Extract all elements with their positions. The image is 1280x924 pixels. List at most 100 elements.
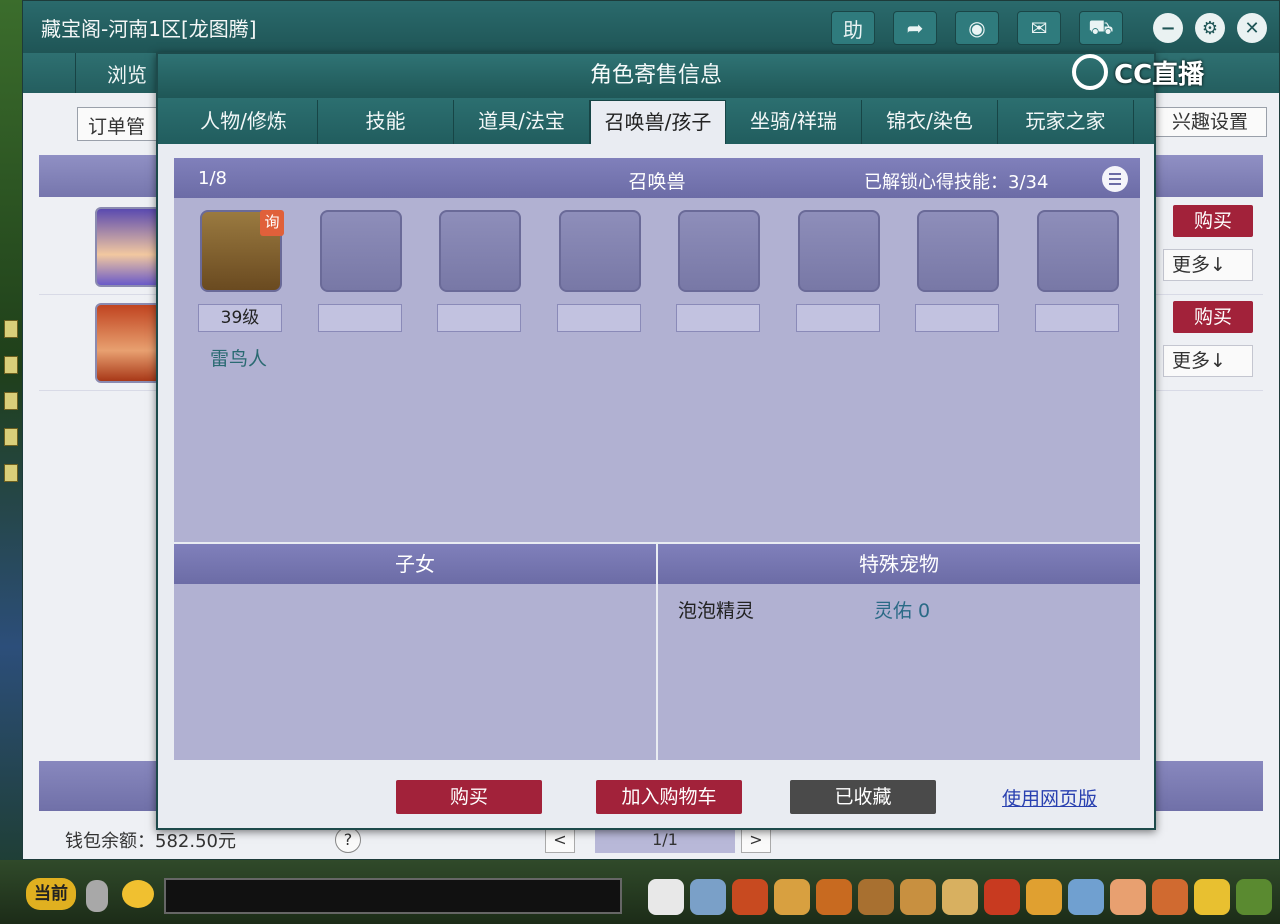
summon-level-empty (915, 304, 999, 332)
minimize-button[interactable]: − (1153, 13, 1183, 43)
current-channel-button[interactable]: 当前 (26, 878, 76, 910)
close-button[interactable]: ✕ (1237, 13, 1267, 43)
role-sale-info-dialog: 角色寄售信息 人物/修炼 技能 道具/法宝 召唤兽/孩子 坐骑/祥瑞 锦衣/染色… (156, 52, 1156, 830)
microphone-icon[interactable] (86, 880, 108, 912)
tab-home[interactable]: 玩家之家 (998, 100, 1134, 144)
summon-slot-filled[interactable]: 询 (200, 210, 284, 292)
role-avatar[interactable] (95, 207, 161, 287)
order-manage-button[interactable]: 订单管 (77, 107, 161, 141)
help-button[interactable]: 助 (831, 11, 875, 45)
add-to-cart-button[interactable]: 加入购物车 (596, 780, 742, 814)
sword-icon[interactable] (690, 879, 726, 915)
game-marker (4, 464, 18, 482)
buy-button[interactable]: 购买 (396, 780, 542, 814)
summon-slot-empty (1037, 210, 1119, 292)
tab-skills[interactable]: 技能 (318, 100, 454, 144)
cc-live-watermark: CC直播 (1072, 50, 1242, 94)
favorited-button[interactable]: 已收藏 (790, 780, 936, 814)
game-marker (4, 356, 18, 374)
dialog-tabs: 人物/修炼 技能 道具/法宝 召唤兽/孩子 坐骑/祥瑞 锦衣/染色 玩家之家 (158, 98, 1154, 144)
message-button[interactable]: ✉ (1017, 11, 1061, 45)
summon-level-empty (557, 304, 641, 332)
chat-input[interactable] (164, 878, 622, 914)
special-pet-value: 灵佑 0 (874, 600, 931, 622)
main-title-bar: 藏宝阁-河南1区[龙图腾] 助 ➦ ◉ ✉ ⛟ − ⚙ ✕ (23, 1, 1279, 53)
game-marker (4, 320, 18, 338)
game-marker (4, 392, 18, 410)
tab-outfits[interactable]: 锦衣/染色 (862, 100, 998, 144)
game-marker (4, 428, 18, 446)
next-page-button[interactable]: > (741, 827, 771, 853)
summon-header: 1/8 召唤兽 已解锁心得技能：3/34 (174, 158, 1140, 198)
tab-summons[interactable]: 召唤兽/孩子 (590, 100, 726, 144)
summon-level-empty (318, 304, 402, 332)
close-icon: ✕ (1244, 17, 1260, 39)
summon-slot-empty (320, 210, 402, 292)
minus-icon: − (1160, 17, 1176, 39)
game-background-left (0, 0, 24, 924)
team-icon[interactable] (858, 879, 894, 915)
tab-character[interactable]: 人物/修炼 (170, 100, 318, 144)
record-button[interactable]: ◉ (955, 11, 999, 45)
map-icon[interactable] (942, 879, 978, 915)
web-version-link[interactable]: 使用网页版 (1002, 784, 1097, 811)
summon-slot-empty (559, 210, 641, 292)
watermark-text: CC直播 (1114, 59, 1205, 90)
fly-icon[interactable] (1068, 879, 1104, 915)
summon-panel: 1/8 召唤兽 已解锁心得技能：3/34 询 39级 雷鸟人 (174, 158, 1140, 542)
row-buy-button[interactable]: 购买 (1173, 301, 1253, 333)
wallet-help-button[interactable]: ? (335, 827, 361, 853)
summon-slot-empty (917, 210, 999, 292)
smile-icon[interactable] (1194, 879, 1230, 915)
peach-icon[interactable] (1110, 879, 1146, 915)
system-icon[interactable] (1236, 879, 1272, 915)
help-label: 助 (843, 17, 863, 42)
summon-level-empty (1035, 304, 1119, 332)
wallet-balance: 钱包余额：582.50元 (65, 831, 236, 852)
tab-items[interactable]: 道具/法宝 (454, 100, 590, 144)
special-pet-name: 泡泡精灵 (678, 600, 755, 622)
prev-page-button[interactable]: < (545, 827, 575, 853)
bell-icon[interactable] (1026, 879, 1062, 915)
guild-icon[interactable] (900, 879, 936, 915)
dialog-title: 角色寄售信息 (158, 54, 1154, 98)
nav-browse[interactable]: 浏览 (107, 59, 147, 88)
interest-settings-button[interactable]: 兴趣设置 (1153, 107, 1267, 137)
cart-icon: ⛟ (1088, 14, 1114, 39)
page-indicator: 1/1 (595, 827, 735, 853)
pet-icon[interactable] (648, 879, 684, 915)
tab-mounts[interactable]: 坐骑/祥瑞 (726, 100, 862, 144)
quest-icon[interactable] (816, 879, 852, 915)
special-pet-panel: 特殊宠物 泡泡精灵 灵佑 0 (658, 544, 1140, 760)
bag-icon[interactable] (732, 879, 768, 915)
gift-icon[interactable] (984, 879, 1020, 915)
summon-slot-empty (439, 210, 521, 292)
unlocked-skills: 已解锁心得技能：3/34 (864, 172, 1049, 193)
summon-level: 39级 (198, 304, 282, 332)
handshake-icon[interactable] (1152, 879, 1188, 915)
nav-separator (75, 53, 76, 93)
emote-icon[interactable] (122, 880, 154, 908)
summon-level-empty (437, 304, 521, 332)
skill-icon[interactable] (774, 879, 810, 915)
role-avatar[interactable] (95, 303, 161, 383)
gear-icon: ⚙ (1201, 17, 1219, 39)
chat-bubble-icon: ✉ (1030, 16, 1048, 40)
summon-slot-empty (678, 210, 760, 292)
row-buy-button[interactable]: 购买 (1173, 205, 1253, 237)
share-icon: ➦ (906, 16, 924, 40)
share-button[interactable]: ➦ (893, 11, 937, 45)
children-panel: 子女 (174, 544, 656, 760)
stop-icon: ◉ (968, 16, 986, 40)
settings-button[interactable]: ⚙ (1195, 13, 1225, 43)
summon-name: 雷鸟人 (210, 348, 268, 370)
list-icon[interactable] (1102, 166, 1128, 192)
special-pet-heading: 特殊宠物 (658, 544, 1140, 584)
game-toolbar (640, 870, 1280, 924)
row-more-button[interactable]: 更多↓ (1163, 345, 1253, 377)
summon-slot-empty (798, 210, 880, 292)
row-more-button[interactable]: 更多↓ (1163, 249, 1253, 281)
cc-logo-icon (1072, 54, 1108, 90)
cart-button[interactable]: ⛟ (1079, 11, 1123, 45)
children-heading: 子女 (174, 544, 656, 584)
